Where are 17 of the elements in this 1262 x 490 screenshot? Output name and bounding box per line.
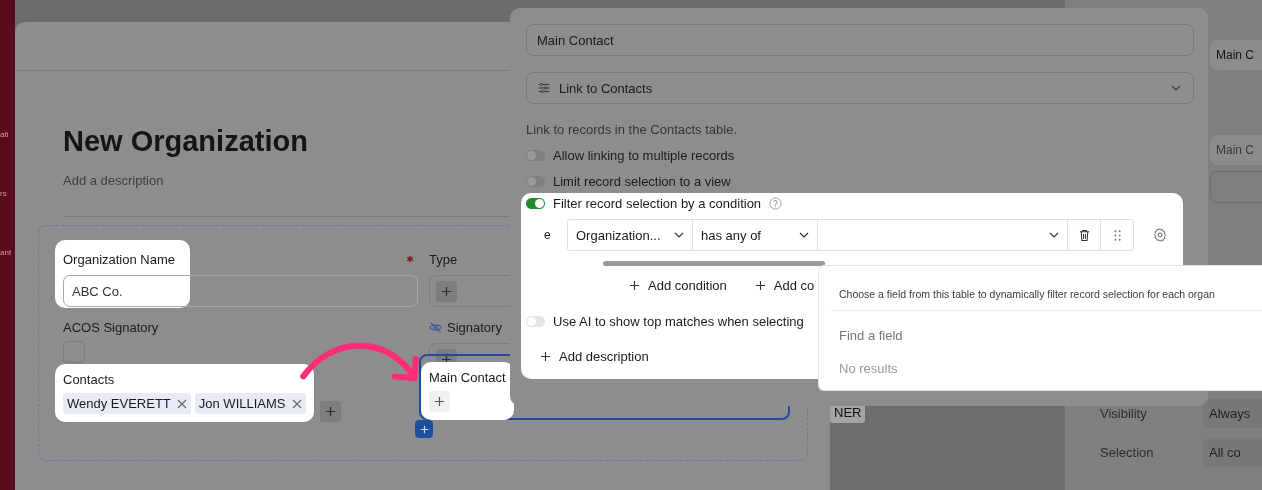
- condition-prefix: e: [543, 228, 552, 242]
- option-label: Allow linking to multiple records: [553, 147, 735, 163]
- field-label: Main Contact: [429, 370, 506, 385]
- dropdown-hint: Choose a field from this table to dynamically filter record selection for each organ: [831, 288, 1262, 311]
- setting-label: Visibility: [1100, 406, 1148, 421]
- record-title: New Organization: [63, 124, 308, 159]
- field-label: Type: [429, 251, 458, 267]
- field-label: Contacts: [63, 372, 115, 387]
- empty-message: No results: [839, 361, 898, 376]
- option-label: Use AI to show top matches when selecting: [553, 313, 804, 329]
- field-label: Signatory: [447, 319, 502, 335]
- setting-label: Selection: [1100, 445, 1155, 460]
- field-description: Link to records in the Contacts table.: [526, 122, 738, 137]
- field-label: ACOS Signatory: [63, 319, 159, 335]
- field-label: Organization Name: [63, 251, 175, 267]
- option-label: Limit record selection to a view: [553, 173, 731, 189]
- option-label: Filter record selection by a condition: [553, 195, 762, 211]
